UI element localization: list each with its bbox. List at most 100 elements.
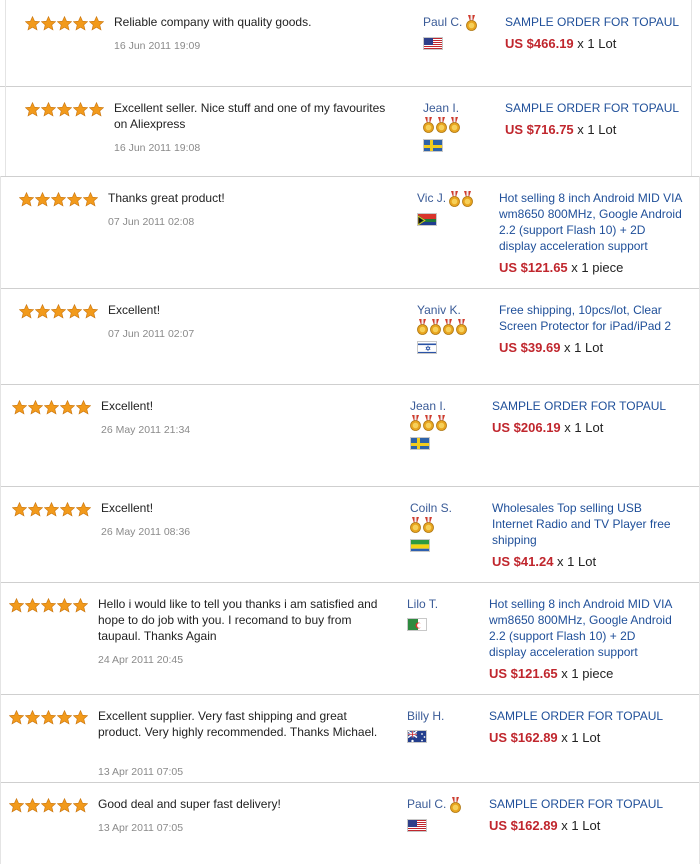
buyer-info: Billy H.	[407, 708, 467, 743]
rating-stars	[25, 102, 104, 117]
star-icon	[25, 598, 40, 613]
row-divider	[0, 86, 692, 87]
feedback-comment: Excellent!	[108, 303, 161, 317]
rating-stars	[19, 304, 98, 319]
star-icon	[51, 304, 66, 319]
medal-icon	[436, 117, 447, 133]
rating-stars	[12, 400, 91, 415]
buyer-name-link[interactable]: Lilo T.	[407, 597, 438, 611]
product-title-link[interactable]: SAMPLE ORDER FOR TOPAUL	[489, 796, 674, 812]
rating-stars	[9, 598, 88, 613]
medal-icon	[423, 117, 434, 133]
feedback-date: 07 Jun 2011 02:07	[108, 328, 195, 340]
buyer-medals	[423, 117, 460, 133]
buyer-medals	[465, 15, 477, 31]
star-icon	[73, 598, 88, 613]
buyer-name-link[interactable]: Billy H.	[407, 709, 444, 723]
product-title-link[interactable]: Wholesales Top selling USB Internet Radi…	[492, 500, 677, 548]
star-icon	[9, 710, 24, 725]
quantity: x 1 Lot	[557, 818, 601, 833]
star-icon	[41, 710, 56, 725]
price: US $466.19	[505, 36, 574, 51]
feedback-date: 13 Apr 2011 07:05	[98, 822, 184, 834]
medal-icon	[423, 415, 434, 431]
quantity: x 1 Lot	[560, 340, 604, 355]
row-divider	[0, 782, 700, 783]
buyer-name-link[interactable]: Yaniv K.	[417, 303, 461, 317]
product-info: Free shipping, 10pcs/lot, Clear Screen P…	[499, 302, 684, 355]
product-title-link[interactable]: SAMPLE ORDER FOR TOPAUL	[489, 708, 674, 724]
buyer-info: Lilo T.	[407, 596, 467, 631]
product-title-link[interactable]: SAMPLE ORDER FOR TOPAUL	[505, 100, 690, 116]
star-icon	[60, 502, 75, 517]
quantity: x 1 piece	[567, 260, 624, 275]
star-icon	[25, 798, 40, 813]
feedback-row: Reliable company with quality goods. 16 J…	[0, 0, 692, 86]
buyer-name-link[interactable]: Paul C.	[423, 15, 466, 29]
price-line: US $41.24 x 1 Lot	[492, 554, 677, 569]
price: US $162.89	[489, 818, 558, 833]
star-icon	[67, 192, 82, 207]
star-icon	[57, 102, 72, 117]
feedback-date: 07 Jun 2011 02:08	[108, 216, 195, 228]
star-icon	[57, 710, 72, 725]
star-icon	[9, 598, 24, 613]
product-title-link[interactable]: Hot selling 8 inch Android MID VIA wm865…	[499, 190, 684, 254]
quantity: x 1 Lot	[557, 730, 601, 745]
buyer-name-link[interactable]: Jean I.	[423, 101, 459, 115]
buyer-name-link[interactable]: Jean I.	[410, 399, 446, 413]
row-border-left	[0, 694, 1, 782]
buyer-name-link[interactable]: Vic J.	[417, 191, 449, 205]
row-border-right	[691, 0, 692, 86]
star-icon	[57, 16, 72, 31]
star-icon	[12, 400, 27, 415]
medal-icon	[449, 117, 460, 133]
feedback-comment: Excellent!	[101, 399, 154, 413]
star-icon	[41, 598, 56, 613]
price: US $41.24	[492, 554, 554, 569]
product-title-link[interactable]: SAMPLE ORDER FOR TOPAUL	[492, 398, 677, 414]
product-info: SAMPLE ORDER FOR TOPAUL US $716.75 x 1 Lo…	[505, 100, 690, 137]
product-title-link[interactable]: Free shipping, 10pcs/lot, Clear Screen P…	[499, 302, 684, 334]
star-icon	[44, 502, 59, 517]
row-border-left	[5, 0, 6, 86]
feedback-comment: Hello i would like to tell you thanks i …	[98, 597, 378, 643]
star-icon	[35, 192, 50, 207]
star-icon	[44, 400, 59, 415]
feedback-comment: Excellent supplier. Very fast shipping a…	[98, 709, 378, 739]
buyer-name-link[interactable]: Paul C.	[407, 797, 450, 811]
feedback-date: 24 Apr 2011 20:45	[98, 654, 184, 666]
feedback-date: 16 Jun 2011 19:08	[114, 142, 201, 154]
product-info: SAMPLE ORDER FOR TOPAUL US $162.89 x 1 Lo…	[489, 796, 674, 833]
product-title-link[interactable]: Hot selling 8 inch Android MID VIA wm865…	[489, 596, 674, 660]
buyer-name-link[interactable]: Coiln S.	[410, 501, 452, 515]
rating-stars	[12, 502, 91, 517]
product-info: SAMPLE ORDER FOR TOPAUL US $466.19 x 1 Lo…	[505, 14, 690, 51]
feedback-date: 13 Apr 2011 07:05	[98, 766, 184, 778]
price: US $206.19	[492, 420, 561, 435]
buyer-info: Yaniv K.	[417, 302, 477, 354]
medal-icon	[436, 415, 447, 431]
star-icon	[67, 304, 82, 319]
buyer-info: Coiln S.	[410, 500, 470, 552]
country-flag-icon	[423, 37, 443, 50]
star-icon	[12, 502, 27, 517]
row-border-left	[0, 582, 1, 694]
product-title-link[interactable]: SAMPLE ORDER FOR TOPAUL	[505, 14, 690, 30]
row-divider	[0, 288, 700, 289]
feedback-row: Hello i would like to tell you thanks i …	[0, 582, 700, 694]
buyer-medals	[410, 517, 434, 533]
star-icon	[41, 102, 56, 117]
star-icon	[73, 16, 88, 31]
row-border-left	[0, 486, 1, 582]
star-icon	[57, 798, 72, 813]
medal-icon	[443, 319, 454, 335]
row-divider	[0, 486, 700, 487]
row-border-right	[691, 86, 692, 176]
star-icon	[25, 710, 40, 725]
product-info: Wholesales Top selling USB Internet Radi…	[492, 500, 677, 569]
star-icon	[73, 710, 88, 725]
quantity: x 1 piece	[557, 666, 614, 681]
row-border-left	[0, 288, 1, 384]
star-icon	[28, 502, 43, 517]
